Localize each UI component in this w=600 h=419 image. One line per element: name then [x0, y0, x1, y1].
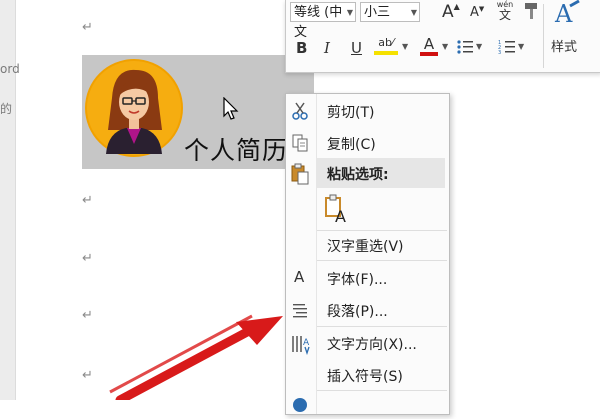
- annotation-arrow: [109, 314, 283, 400]
